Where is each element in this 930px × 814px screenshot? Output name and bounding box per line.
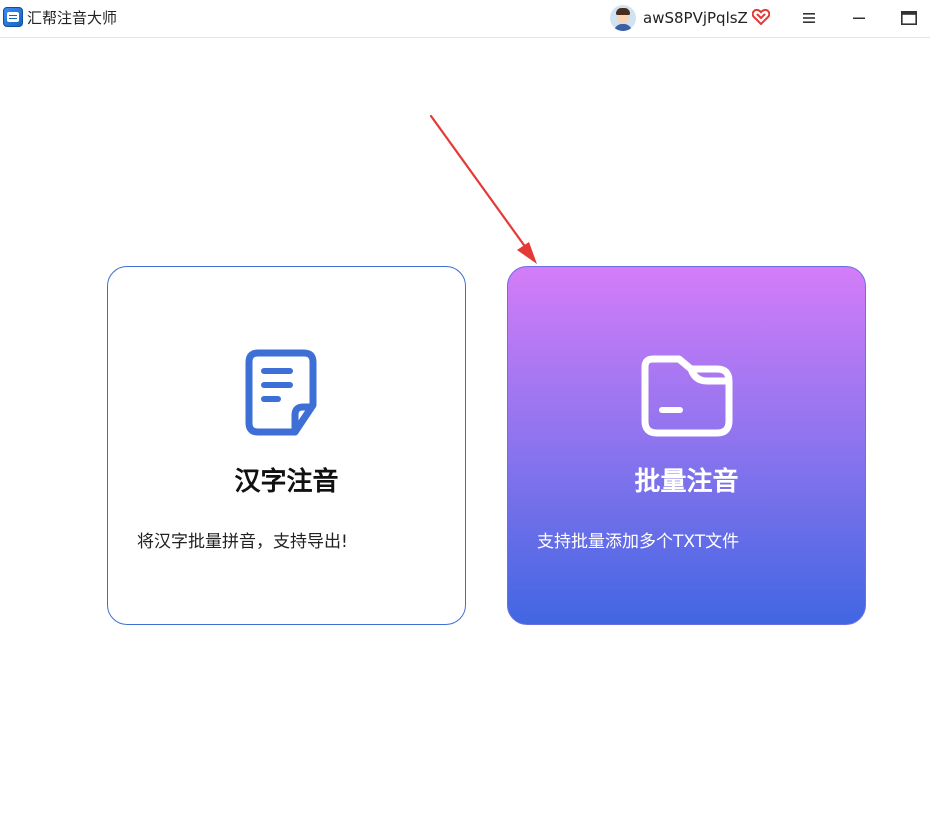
user-avatar[interactable] — [610, 5, 636, 31]
app-title: 汇帮注音大师 — [27, 9, 118, 27]
card-title: 汉字注音 — [234, 467, 339, 497]
maximize-icon[interactable] — [897, 8, 921, 28]
vip-heart-icon[interactable] — [752, 8, 770, 26]
folder-icon — [641, 355, 732, 437]
card-hanzi-zhuyin[interactable]: 汉字注音 将汉字批量拼音，支持导出! — [107, 266, 466, 625]
card-title: 批量注音 — [634, 467, 739, 497]
card-description: 将汉字批量拼音，支持导出! — [137, 532, 348, 552]
app-logo-icon — [3, 7, 23, 27]
title-bar: 汇帮注音大师 awS8PVjPqlsZ — [0, 0, 930, 38]
minimize-icon[interactable] — [847, 8, 871, 28]
card-batch-zhuyin[interactable]: 批量注音 支持批量添加多个TXT文件 — [507, 266, 866, 625]
username[interactable]: awS8PVjPqlsZ — [643, 8, 748, 28]
red-arrow-annotation — [429, 114, 537, 264]
card-description: 支持批量添加多个TXT文件 — [537, 532, 740, 552]
document-icon — [245, 349, 316, 436]
hamburger-menu-icon[interactable] — [797, 8, 821, 28]
